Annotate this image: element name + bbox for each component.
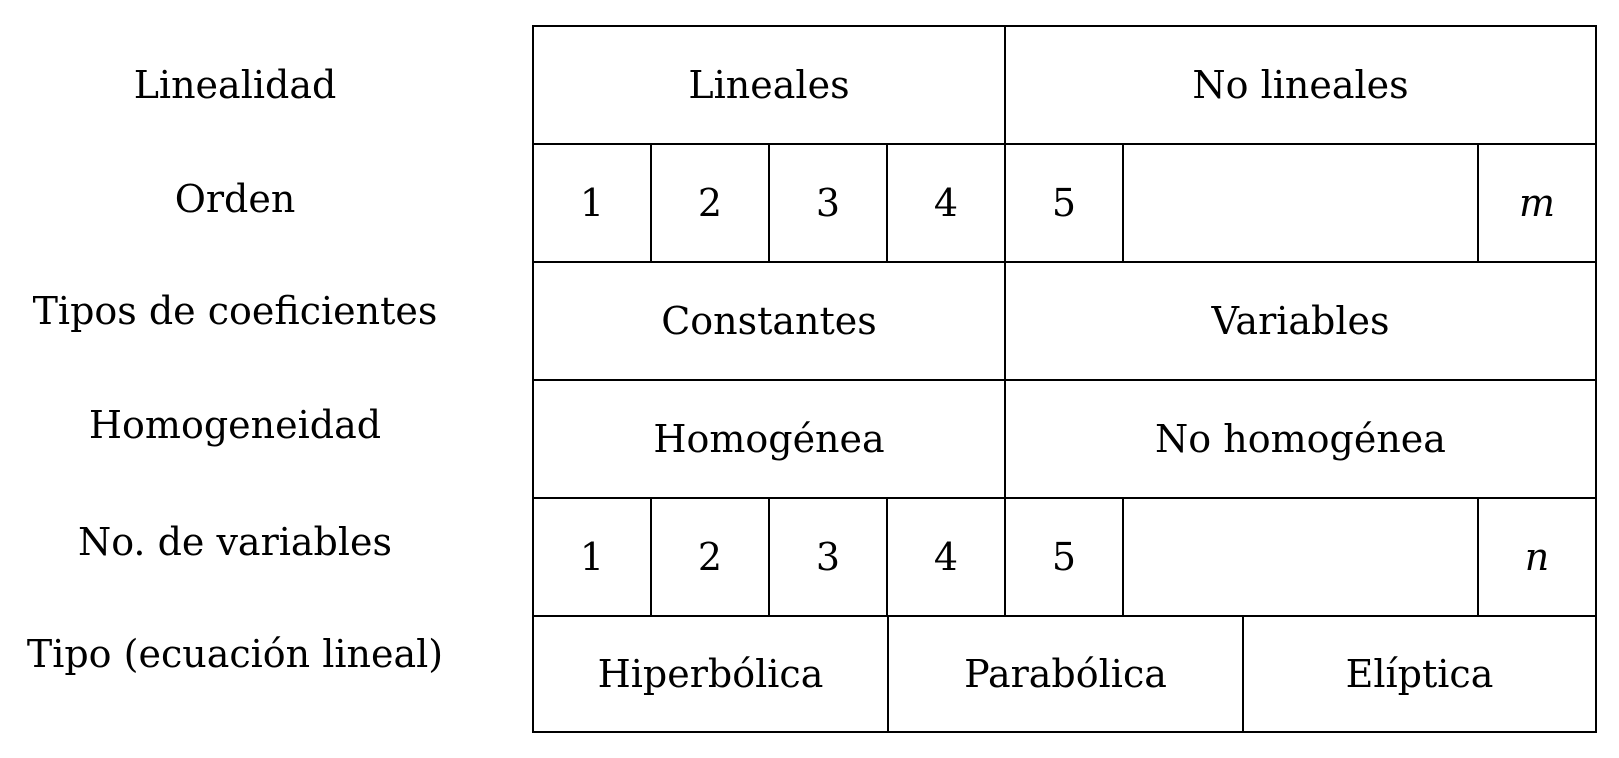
classification-table: Lineales No lineales 1 2 3 4 5 m Constan…	[532, 25, 1597, 733]
cell-no-homogenea: No homogénea	[1004, 379, 1597, 499]
cell-orden-1: 1	[532, 143, 652, 263]
cell-parabolica: Parabólica	[887, 615, 1244, 733]
cell-variables: Variables	[1004, 261, 1597, 381]
cell-variables-5: 5	[1004, 497, 1124, 617]
cell-lineales: Lineales	[532, 25, 1006, 145]
cell-orden-gap	[1122, 143, 1479, 263]
cell-constantes: Constantes	[532, 261, 1006, 381]
cell-variables-2: 2	[650, 497, 770, 617]
row-label-homogeneidad: Homogeneidad	[88, 403, 382, 447]
row-label-tipos-de-coeficientes: Tipos de coeficientes	[32, 289, 438, 333]
cell-variables-gap	[1122, 497, 1479, 617]
cell-hiperbolica: Hiperbólica	[532, 615, 889, 733]
cell-variables-4: 4	[886, 497, 1006, 617]
cell-eliptica: Elíptica	[1242, 615, 1597, 733]
row-label-linealidad: Linealidad	[133, 63, 337, 107]
cell-homogenea: Homogénea	[532, 379, 1006, 499]
row-label-tipo-ecuacion-lineal: Tipo (ecuación lineal)	[26, 632, 444, 676]
row-label-no-de-variables: No. de variables	[77, 520, 393, 564]
cell-orden-3: 3	[768, 143, 888, 263]
cell-orden-2: 2	[650, 143, 770, 263]
cell-variables-n: n	[1477, 497, 1597, 617]
row-label-orden: Orden	[174, 177, 296, 221]
cell-variables-1: 1	[532, 497, 652, 617]
cell-orden-5: 5	[1004, 143, 1124, 263]
cell-no-lineales: No lineales	[1004, 25, 1597, 145]
cell-orden-m: m	[1477, 143, 1597, 263]
cell-orden-4: 4	[886, 143, 1006, 263]
cell-variables-3: 3	[768, 497, 888, 617]
